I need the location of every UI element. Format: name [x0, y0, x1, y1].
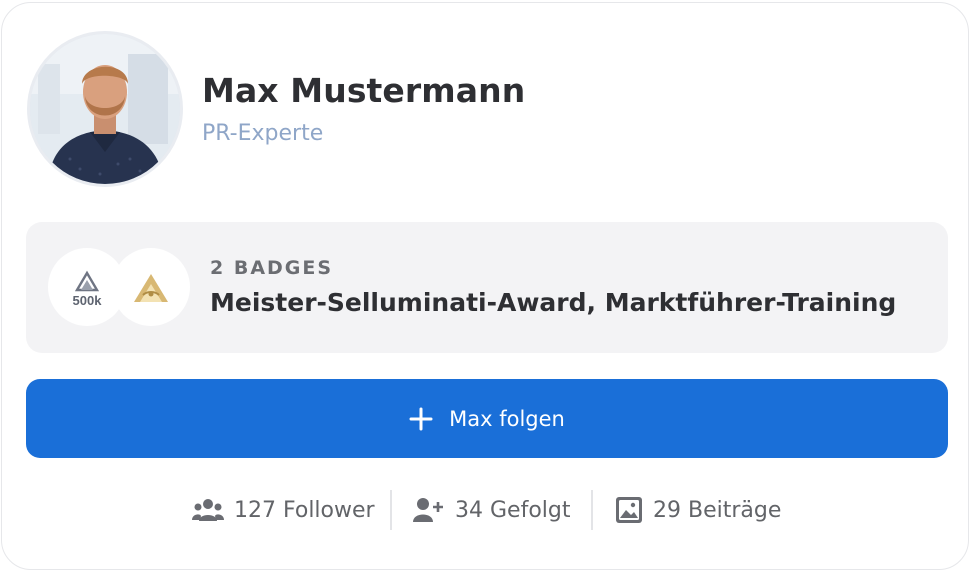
stats-bar: 127 Follower 34 Gefolgt 29 Beiträge — [0, 490, 972, 530]
stat-posts-label: 29 Beiträge — [653, 497, 782, 523]
stat-posts[interactable]: 29 Beiträge — [615, 490, 781, 530]
golden-pyramid-badge-icon[interactable] — [112, 248, 190, 326]
profile-role: PR-Experte — [202, 121, 324, 146]
badges-section[interactable]: 500k 2 BADGES Meister-Selluminati-Award,… — [26, 222, 948, 353]
badge-count: 2 BADGES — [210, 257, 334, 279]
badge-names: Meister-Selluminati-Award, Marktführer-T… — [210, 288, 897, 317]
badge-500k-label: 500k — [73, 293, 103, 308]
users-icon — [192, 499, 224, 521]
image-icon — [616, 497, 642, 523]
stat-divider — [591, 490, 593, 530]
user-plus-icon — [413, 498, 443, 522]
stat-followers-label: 127 Follower — [234, 497, 375, 523]
avatar[interactable] — [27, 31, 183, 187]
profile-name: Max Mustermann — [202, 71, 526, 110]
follow-button[interactable]: Max folgen — [26, 379, 948, 458]
stat-following[interactable]: 34 Gefolgt — [413, 490, 570, 530]
follow-button-label: Max folgen — [449, 406, 565, 431]
profile-card: Max Mustermann PR-Experte 500k 2 BADGES … — [1, 2, 969, 570]
stat-following-label: 34 Gefolgt — [455, 497, 571, 523]
stat-followers[interactable]: 127 Follower — [192, 490, 375, 530]
stat-divider — [390, 490, 392, 530]
plus-icon — [409, 407, 433, 430]
